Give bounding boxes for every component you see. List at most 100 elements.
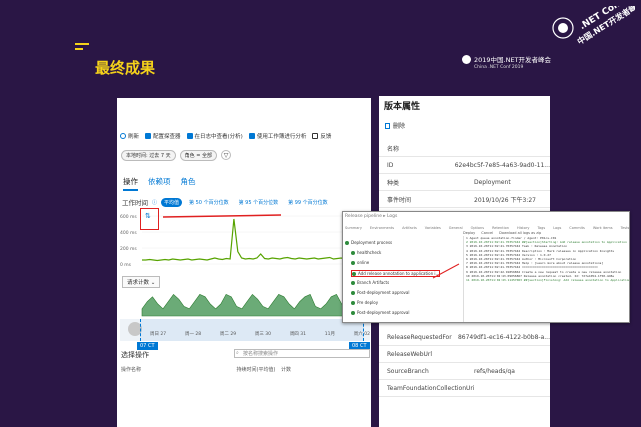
info-icon: ⓘ <box>152 199 158 206</box>
property-row: 种类 Deployment <box>379 174 550 191</box>
x-tick-label: 周四 31 <box>289 332 306 337</box>
metric-selector: 工作时间 ⓘ 平均值 第 50 个百分位数 第 95 个百分位数 第 99 个百… <box>122 197 331 207</box>
metric-label: 工作时间 <box>122 199 148 207</box>
log-step-label: Pre deploy <box>357 300 379 305</box>
brush-selection[interactable] <box>140 319 364 341</box>
trash-icon <box>385 122 390 129</box>
log-step[interactable]: Post-deployment approval <box>351 310 409 315</box>
log-nav-tab[interactable]: Logs <box>553 226 561 230</box>
log-step[interactable]: Pre deploy <box>351 300 378 305</box>
success-icon <box>351 310 355 315</box>
log-step[interactable]: Deployment process <box>345 240 392 245</box>
x-tick-label: 11月 <box>324 332 335 337</box>
configure-profiler-button[interactable]: 配置探查器 <box>145 132 181 140</box>
success-icon <box>351 260 355 265</box>
log-nav-tab[interactable]: Summary <box>345 226 362 230</box>
operation-search-input[interactable]: ⌕ 按名称搜索操作 <box>234 349 370 358</box>
log-line: 11 2019-10-26T11:02:43.11457063 ##[secti… <box>466 278 629 283</box>
property-row: 名称 <box>379 140 550 157</box>
property-value: Deployment <box>474 178 511 186</box>
property-row: ID 62e4bc5f-7e85-4a63-9ad0-11... <box>379 157 550 174</box>
tab-bar: 操作 依赖项 角色 <box>123 176 196 191</box>
tab-dependencies[interactable]: 依赖项 <box>148 176 171 191</box>
request-count-area <box>141 293 369 317</box>
request-count-chart[interactable] <box>120 286 370 318</box>
workbook-button[interactable]: 使用工作簿进行分析 <box>248 132 306 140</box>
table-header: 操作名称 持续时间(平均值) 计数 <box>121 366 371 373</box>
logs-icon <box>186 133 193 139</box>
refresh-button[interactable]: 刷新 <box>120 132 139 140</box>
log-step-label: Add release annotation to application i.… <box>358 271 440 276</box>
col-count[interactable]: 计数 <box>281 366 291 373</box>
success-icon <box>351 280 355 285</box>
property-row: SourceBranch refs/heads/qa <box>379 363 550 380</box>
log-toolbar-button[interactable]: Cancel <box>481 231 493 235</box>
conference-name: 2019中国.NET开发者峰会 <box>474 55 552 64</box>
log-nav-tab[interactable]: Commits <box>569 226 585 230</box>
log-nav-tab[interactable]: Options <box>471 226 485 230</box>
log-nav-tab[interactable]: Work items <box>593 226 613 230</box>
property-key: ReleaseWebUrl <box>387 350 433 358</box>
log-step-label: online <box>357 260 370 265</box>
log-step-tree: Deployment process healthcheck online Add r… <box>345 236 441 322</box>
log-toolbar: Deploy Cancel Download all logs as zip <box>463 231 541 235</box>
tab-operations[interactable]: 操作 <box>123 176 138 191</box>
y-tick-label: 200 ms <box>120 246 137 252</box>
date-tag-start: 07 CT <box>137 342 158 350</box>
log-nav-tab[interactable]: General <box>449 226 463 230</box>
metric-chip-avg[interactable]: 平均值 <box>161 197 183 207</box>
log-step[interactable]: healthcheck <box>351 250 381 255</box>
conference-badge: .NET Conf China 2019 中国.NET开发者峰会 <box>552 6 635 46</box>
release-annotation-icon[interactable]: ⇅ <box>145 212 151 220</box>
log-step[interactable]: online <box>351 260 369 265</box>
success-icon <box>352 271 356 276</box>
x-axis-ticks: 周日 27 周一 28 周二 29 周三 30 周四 31 11月 周六 02 <box>150 331 370 337</box>
metric-chip-p95[interactable]: 第 95 个百分位数 <box>236 198 282 207</box>
log-step-label: Deployment process <box>351 240 393 245</box>
metric-chip-p99[interactable]: 第 99 个百分位数 <box>285 198 331 207</box>
log-nav-tab[interactable]: Retention <box>492 226 509 230</box>
property-value: 86749df1-ec16-4122-b0b8-a... <box>457 333 550 341</box>
property-key: 名称 <box>387 145 400 153</box>
log-nav-tab[interactable]: Tags <box>537 226 545 230</box>
time-range-filter[interactable]: 本地时间: 过去 7 天 <box>121 150 176 161</box>
log-annotation-arrow <box>432 263 460 279</box>
log-nav-tab[interactable]: Artifacts <box>402 226 417 230</box>
feedback-icon <box>312 133 319 139</box>
feedback-button[interactable]: 反馈 <box>312 132 331 140</box>
property-key: TeamFoundationCollectionUri <box>387 384 475 392</box>
time-brush[interactable]: 周日 27 周一 28 周二 29 周三 30 周四 31 11月 周六 02 <box>120 319 370 341</box>
property-key: ReleaseRequestedFor <box>387 333 452 341</box>
log-toolbar-button[interactable]: Download all logs as zip <box>499 231 541 235</box>
log-step[interactable]: Post-deployment approval <box>351 290 409 295</box>
add-filter-button[interactable]: ▽ <box>221 150 232 160</box>
title-accent-bar <box>75 43 89 45</box>
log-step-label: Post-deployment approval <box>357 290 410 295</box>
log-nav-tab[interactable]: Variables <box>425 226 441 230</box>
view-in-logs-button[interactable]: 在日志中查看(分析) <box>186 132 243 140</box>
property-key: SourceBranch <box>387 367 429 375</box>
col-duration[interactable]: 持续时间(平均值) <box>237 366 276 373</box>
log-nav-tabs: Summary Environments Artifacts Variables Gen… <box>345 226 629 230</box>
log-step-label: Post-deployment approval <box>357 310 410 315</box>
section-title: 选择操作 <box>121 351 149 359</box>
annotation-arrow <box>163 214 282 218</box>
col-operation-name[interactable]: 操作名称 <box>121 366 141 373</box>
tab-roles[interactable]: 角色 <box>181 176 196 191</box>
refresh-icon <box>120 133 126 139</box>
property-key: ID <box>387 161 394 169</box>
role-filter[interactable]: 角色 = 全部 <box>179 150 218 161</box>
log-nav-tab[interactable]: Environments <box>370 226 394 230</box>
log-toolbar-button[interactable]: Deploy <box>463 231 475 235</box>
conference-name-en: China .NET Conf 2019 <box>474 65 524 70</box>
metric-chip-p50[interactable]: 第 50 个百分位数 <box>186 198 232 207</box>
portal-toolbar: 刷新 配置探查器 在日志中查看(分析) 使用工作簿进行分析 反馈 <box>120 132 331 140</box>
filter-bar: 本地时间: 过去 7 天 角色 = 全部 ▽ <box>121 150 232 161</box>
log-step-highlighted[interactable]: Add release annotation to application i.… <box>351 270 441 277</box>
x-tick-label: 周一 28 <box>184 332 202 337</box>
log-step[interactable]: Branch Artifacts <box>351 280 389 285</box>
log-nav-tab[interactable]: Tests <box>621 226 629 230</box>
log-nav-tab[interactable]: History <box>517 226 529 230</box>
delete-button[interactable]: 删除 <box>385 121 405 130</box>
log-step-label: healthcheck <box>357 250 382 255</box>
